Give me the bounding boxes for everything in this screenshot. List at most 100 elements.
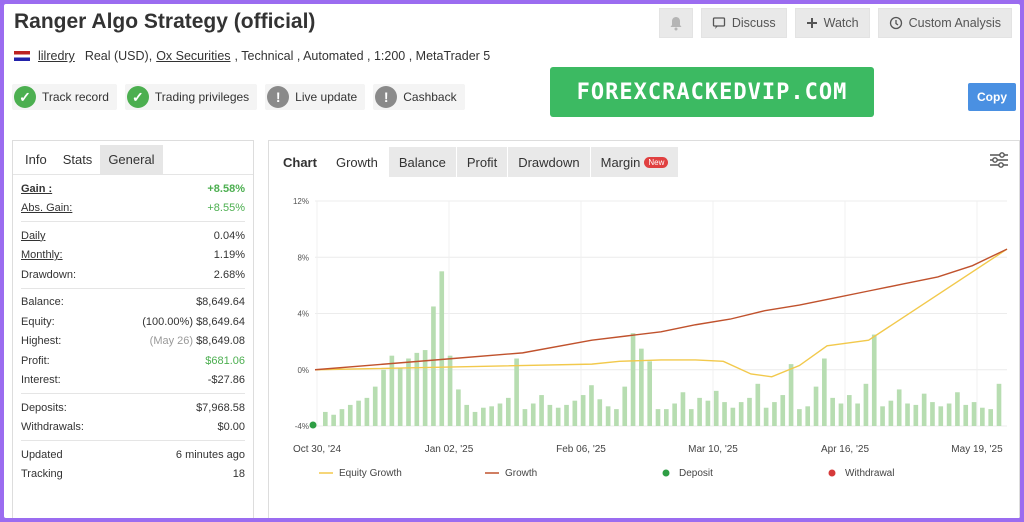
stat-value: 0.04% <box>213 229 245 242</box>
badge-cashback[interactable]: ! Cashback <box>373 84 465 110</box>
divider <box>21 440 245 441</box>
activity-bar <box>381 369 386 426</box>
activity-bar <box>647 361 653 426</box>
plus-icon <box>806 18 817 28</box>
activity-bar <box>963 404 969 426</box>
activity-bar <box>763 407 769 426</box>
legend-label: Deposit <box>679 468 713 479</box>
custom-analysis-button[interactable]: Custom Analysis <box>877 8 1012 38</box>
tab-stats[interactable]: Stats <box>54 145 101 174</box>
stat-drawdown: Drawdown: 2.68% <box>21 265 245 285</box>
chart-tabs: Chart Growth Balance Profit Drawdown Mar… <box>275 147 679 177</box>
activity-bar <box>988 409 994 426</box>
tab-info[interactable]: Info <box>17 145 55 174</box>
activity-bar <box>797 409 802 426</box>
activity-bar <box>896 389 902 426</box>
activity-bar <box>871 334 877 426</box>
stat-label[interactable]: Monthly: <box>21 249 63 261</box>
stat-label[interactable]: Abs. Gain: <box>21 202 72 214</box>
activity-bar <box>547 404 553 426</box>
activity-bar <box>805 406 811 426</box>
discuss-button[interactable]: Discuss <box>700 8 787 38</box>
user-link[interactable]: lilredry <box>38 49 75 63</box>
activity-bar <box>605 406 611 426</box>
activity-bar <box>697 397 702 426</box>
badge-label: Cashback <box>403 90 457 104</box>
tab-balance[interactable]: Balance <box>388 147 456 177</box>
y-tick-label: -4% <box>295 422 309 431</box>
activity-bar <box>730 407 736 426</box>
activity-bar <box>489 406 494 426</box>
activity-bar <box>672 403 677 426</box>
stat-label: Profit: <box>21 354 50 367</box>
stat-value: $8,649.64 <box>196 315 245 328</box>
stat-equity: Equity: (100.00%) $8,649.64 <box>21 312 245 332</box>
watch-button[interactable]: Watch <box>794 8 870 38</box>
stats-panel: Info Stats General Gain : +8.58% Abs. Gai… <box>12 140 254 518</box>
chat-icon <box>712 17 726 29</box>
chart-label: Chart <box>275 147 325 177</box>
activity-bar <box>580 395 586 426</box>
stat-label: Deposits: <box>21 401 67 414</box>
stat-label[interactable]: Daily <box>21 230 45 242</box>
new-badge: New <box>644 156 669 168</box>
legend-label: Withdrawal <box>845 468 894 479</box>
copy-button[interactable]: Copy <box>968 83 1016 111</box>
badge-live-update[interactable]: ! Live update <box>265 84 366 110</box>
activity-bar <box>347 404 353 426</box>
badge-track-record[interactable]: ✓ Track record <box>12 84 117 110</box>
activity-bar <box>630 333 636 426</box>
tab-drawdown[interactable]: Drawdown <box>508 147 590 177</box>
page-title: Ranger Algo Strategy (official) <box>14 10 316 33</box>
stat-value: +8.55% <box>207 202 245 215</box>
activity-bar <box>614 409 619 426</box>
legend-label: Equity Growth <box>339 468 402 479</box>
stat-monthly: Monthly: 1.19% <box>21 246 245 266</box>
activity-bar <box>622 386 628 426</box>
stat-label[interactable]: Gain : <box>21 183 52 195</box>
stat-note: (May 26) <box>149 335 194 348</box>
badge-trading-privileges[interactable]: ✓ Trading privileges <box>124 84 258 110</box>
notify-button[interactable] <box>658 8 693 38</box>
activity-bar <box>339 409 345 426</box>
stat-value: $7,968.58 <box>196 401 245 414</box>
account-details: , Technical , Automated , 1:200 , MetaTr… <box>234 49 491 63</box>
settings-sliders-icon[interactable] <box>989 151 1009 169</box>
account-type: Real (USD), <box>84 49 153 63</box>
tab-margin[interactable]: Margin New <box>590 147 679 177</box>
stat-note: (100.00%) <box>142 315 193 328</box>
tab-general[interactable]: General <box>100 145 163 174</box>
exclamation-icon: ! <box>375 86 398 108</box>
stat-label: Withdrawals: <box>21 421 84 434</box>
activity-bar <box>955 392 960 426</box>
activity-bar <box>497 403 503 426</box>
activity-bar <box>680 392 686 426</box>
stat-value: $8,649.08 <box>196 335 245 348</box>
activity-bar <box>664 409 669 426</box>
deposit-point <box>309 421 317 429</box>
activity-bar <box>971 402 977 426</box>
discuss-label: Discuss <box>731 16 776 30</box>
stat-tracking: Tracking 18 <box>21 465 245 485</box>
activity-bar <box>713 390 719 426</box>
y-tick-label: 12% <box>293 197 309 206</box>
watermark-banner: FOREXCRACKEDVIP.COM <box>550 67 874 117</box>
activity-bar <box>589 385 594 426</box>
stat-value: $0.00 <box>217 421 245 434</box>
activity-bar <box>772 402 777 426</box>
activity-bar <box>514 358 519 426</box>
legend-swatch <box>662 469 670 477</box>
broker-link[interactable]: Ox Securities <box>156 49 230 63</box>
growth-chart: 12% 8% 4% 0% -4% Oct 30, '24 Jan 02, '25 Feb 06… <box>293 197 1008 479</box>
activity-bar <box>597 399 603 426</box>
activity-bar <box>747 397 752 426</box>
activity-bar <box>838 403 844 426</box>
flag-icon <box>14 51 30 61</box>
activity-bar <box>331 414 336 426</box>
stat-label: Tracking <box>21 468 63 481</box>
tab-profit[interactable]: Profit <box>456 147 508 177</box>
activity-bar <box>846 395 852 426</box>
tab-growth[interactable]: Growth <box>325 147 388 177</box>
stat-label: Highest: <box>21 335 62 348</box>
activity-bar <box>372 386 378 426</box>
